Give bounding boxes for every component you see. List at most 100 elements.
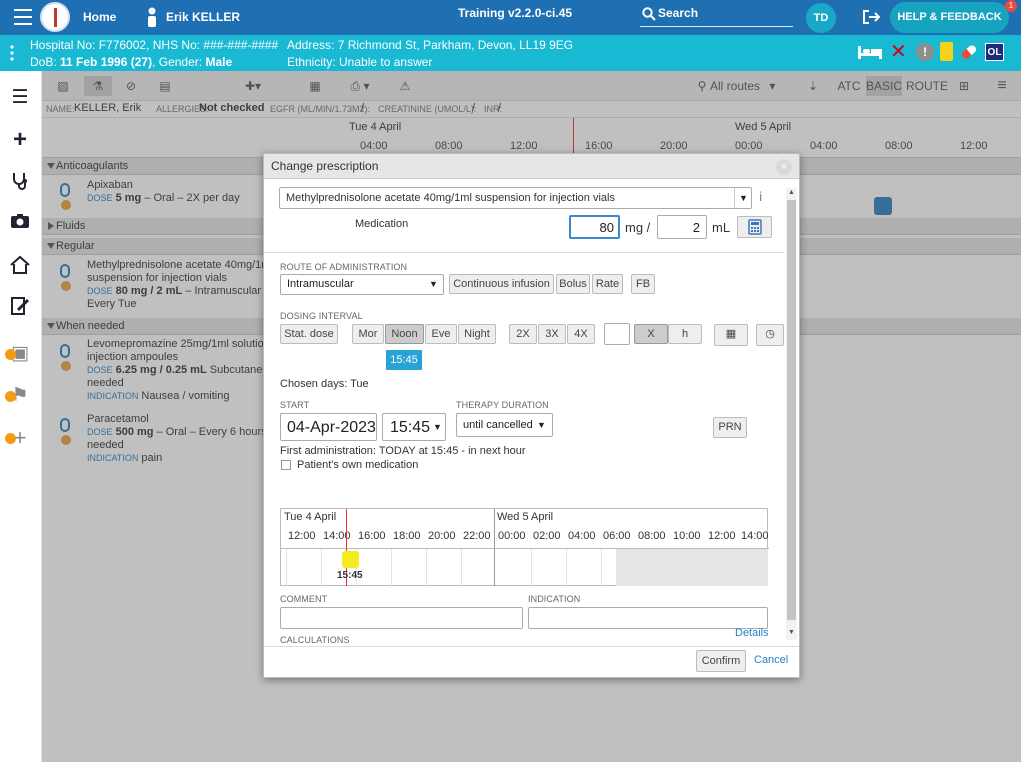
- address: Address: 7 Richmond St, Parkham, Devon, …: [287, 38, 574, 52]
- hours-button[interactable]: h: [668, 324, 702, 344]
- grid-hour: 12:00: [288, 530, 316, 542]
- calculator-button[interactable]: [737, 216, 772, 238]
- comment-input[interactable]: [280, 607, 523, 629]
- help-feedback-button[interactable]: HELP & FEEDBACK: [890, 2, 1009, 33]
- shaded-region: [616, 549, 768, 586]
- own-medication-checkbox[interactable]: [281, 460, 291, 470]
- search-input[interactable]: Search: [640, 5, 793, 27]
- grid-hour: 14:00: [741, 530, 769, 542]
- grid-column: [321, 549, 322, 586]
- comment-label: COMMENT: [280, 594, 328, 604]
- calculations-label: CALCULATIONS: [280, 635, 350, 645]
- grid-column: [566, 549, 567, 586]
- dose-marker[interactable]: [342, 551, 359, 568]
- patient-name-header[interactable]: Erik KELLER: [166, 10, 240, 24]
- grid-column: [461, 549, 462, 586]
- dose-input[interactable]: 80: [569, 215, 620, 239]
- volume-value: 2: [692, 220, 700, 235]
- info-icon[interactable]: ⅰ: [759, 190, 762, 204]
- scrollbar-thumb[interactable]: [787, 200, 796, 620]
- user-avatar[interactable]: TD: [806, 3, 836, 33]
- lock-icon: [5, 391, 16, 402]
- clock-button[interactable]: ◷: [756, 324, 784, 346]
- start-date-value: 04-Apr-2023: [287, 419, 376, 436]
- training-version: Training v2.2.0-ci.45: [458, 6, 573, 20]
- times-x-button[interactable]: X: [634, 324, 668, 344]
- bolus-button[interactable]: Bolus: [556, 274, 590, 294]
- lock-icon: [5, 349, 16, 360]
- morning-button[interactable]: Mor: [352, 324, 384, 344]
- dialog-footer: Confirm Cancel: [264, 646, 799, 677]
- top-bar: Home Erik KELLER Training v2.2.0-ci.45 S…: [0, 0, 1021, 35]
- ethnicity: Ethnicity: Unable to answer: [287, 55, 433, 69]
- confirm-button[interactable]: Confirm: [696, 650, 746, 672]
- dialog-body: Methylprednisolone acetate 40mg/1ml susp…: [264, 180, 799, 646]
- app-logo[interactable]: [40, 2, 70, 32]
- own-medication-label: Patient's own medication: [297, 459, 419, 471]
- grid-hour: 20:00: [428, 530, 456, 542]
- route-value: Intramuscular: [287, 278, 354, 290]
- medication-select[interactable]: Methylprednisolone acetate 40mg/1ml susp…: [279, 187, 752, 209]
- dose-unit: mg /: [625, 220, 651, 235]
- continuous-infusion-button[interactable]: Continuous infusion: [449, 274, 554, 294]
- freq-3x-button[interactable]: 3X: [538, 324, 566, 344]
- fb-button[interactable]: FB: [631, 274, 655, 294]
- close-icon[interactable]: ×: [776, 159, 792, 175]
- list-icon[interactable]: ☰: [8, 87, 32, 109]
- grid-column: [741, 549, 742, 586]
- dosing-interval-label: DOSING INTERVAL: [280, 311, 363, 321]
- dose-value: 80: [599, 220, 614, 235]
- chevron-down-icon: ▼: [433, 422, 442, 432]
- clock-icon: ◷: [765, 328, 775, 340]
- evening-button[interactable]: Eve: [425, 324, 457, 344]
- grid-day: Wed 5 April: [497, 511, 554, 523]
- warning-icon[interactable]: !: [916, 43, 934, 61]
- search-label: Search: [658, 6, 699, 20]
- grid-column: [286, 549, 287, 586]
- calendar-button[interactable]: ▦: [714, 324, 748, 346]
- details-link[interactable]: Details: [735, 627, 769, 639]
- home-link[interactable]: Home: [83, 10, 116, 24]
- noon-button[interactable]: Noon: [385, 324, 424, 344]
- prescription-pad-icon[interactable]: [8, 296, 32, 318]
- freq-2x-button[interactable]: 2X: [509, 324, 537, 344]
- grid-day: Tue 4 April: [284, 511, 337, 523]
- prn-button[interactable]: PRN: [713, 417, 747, 438]
- interval-input[interactable]: [604, 323, 630, 345]
- therapy-duration-select[interactable]: until cancelled ▼: [456, 413, 553, 437]
- start-time-select[interactable]: 15:45 ▼: [382, 413, 446, 441]
- start-date-input[interactable]: 04-Apr-2023: [280, 413, 377, 441]
- rate-button[interactable]: Rate: [592, 274, 623, 294]
- add-icon[interactable]: +: [8, 128, 32, 152]
- indication-input[interactable]: [528, 607, 768, 629]
- pill-icon[interactable]: [959, 43, 979, 64]
- noon-time-tooltip: 15:45: [386, 350, 422, 370]
- alert-x-icon[interactable]: ✕: [890, 42, 907, 62]
- home-icon[interactable]: [8, 255, 32, 277]
- bed-icon[interactable]: [857, 44, 883, 63]
- grid-hour: 00:00: [498, 530, 526, 542]
- stat-dose-button[interactable]: Stat. dose: [280, 324, 338, 344]
- grid-hour: 16:00: [358, 530, 386, 542]
- menu-icon[interactable]: [14, 9, 32, 25]
- volume-input[interactable]: 2: [657, 215, 707, 239]
- divider: [264, 252, 784, 253]
- night-button[interactable]: Night: [458, 324, 496, 344]
- logout-icon[interactable]: [862, 9, 881, 28]
- freq-4x-button[interactable]: 4X: [567, 324, 595, 344]
- grid-hour: 18:00: [393, 530, 421, 542]
- route-select[interactable]: Intramuscular ▼: [280, 274, 444, 295]
- grid-column: [636, 549, 637, 586]
- kebab-icon[interactable]: [10, 44, 14, 62]
- stethoscope-icon[interactable]: [8, 171, 32, 193]
- scroll-down-icon[interactable]: ▼: [788, 629, 795, 636]
- dob-gender: DoB: 11 Feb 1996 (27), Gender: Male: [30, 55, 233, 69]
- grid-hour: 08:00: [638, 530, 666, 542]
- cancel-link[interactable]: Cancel: [754, 654, 788, 666]
- grid-hour: 10:00: [673, 530, 701, 542]
- grid-hour: 06:00: [603, 530, 631, 542]
- scroll-up-icon[interactable]: ▲: [788, 189, 795, 196]
- ol-badge[interactable]: OL: [985, 43, 1004, 61]
- clipboard-icon[interactable]: [940, 42, 953, 61]
- camera-icon[interactable]: [8, 213, 32, 235]
